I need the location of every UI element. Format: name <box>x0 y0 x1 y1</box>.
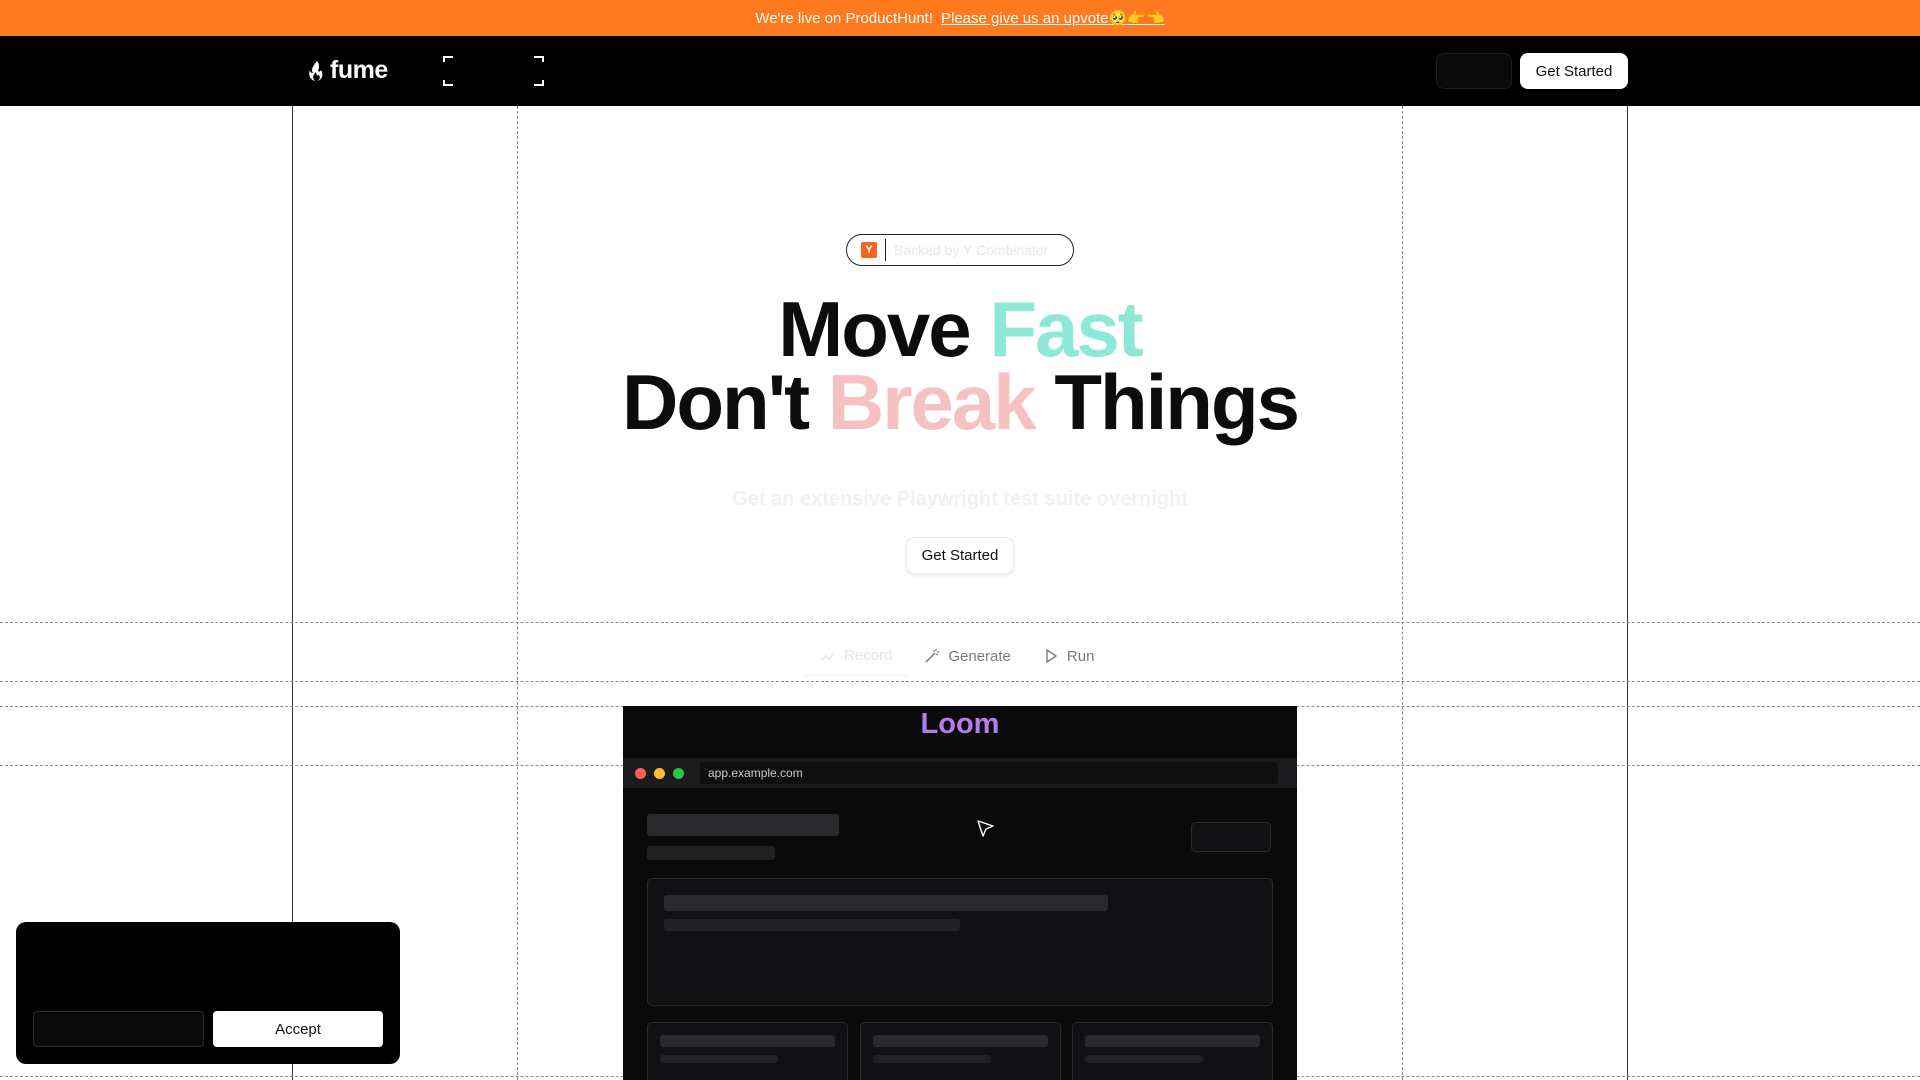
tab-label: Run <box>1066 647 1095 665</box>
skeleton-line <box>660 1055 778 1063</box>
wand-icon <box>925 649 940 663</box>
logo-text: fume <box>330 56 388 84</box>
minimize-dot-icon <box>654 767 665 779</box>
record-icon <box>821 652 835 661</box>
heading-dont: Don't <box>622 358 828 446</box>
grid-line-v <box>517 106 518 1080</box>
top-nav: fume Get Started <box>0 36 1920 106</box>
tab-label: Generate <box>948 647 1011 665</box>
sign-in-button[interactable] <box>1436 53 1512 89</box>
tab-generate[interactable]: Generate <box>908 636 1027 676</box>
announcement-text: We're live on ProductHunt! <box>755 9 933 27</box>
skeleton-card-small <box>1072 1022 1273 1080</box>
skeleton-line <box>873 1035 1048 1047</box>
close-dot-icon <box>635 767 646 779</box>
play-icon <box>1046 649 1057 663</box>
mock-url-bar: app.example.com <box>700 762 1278 784</box>
skeleton-card <box>647 878 1273 1006</box>
nav-bracket-mask <box>441 62 546 80</box>
grid-line-h <box>0 622 1920 623</box>
skeleton-subtitle <box>647 846 775 860</box>
grid-line-v <box>1627 106 1628 1080</box>
skeleton-line <box>664 895 1108 911</box>
grid-line-v <box>1402 106 1403 1080</box>
yc-badge[interactable]: Y Backed by Y Combinator <box>846 234 1074 266</box>
mock-browser-bar: app.example.com <box>623 758 1297 788</box>
grid-line-h <box>0 681 1920 682</box>
demo-tabs: Record Generate Run <box>804 636 1110 676</box>
maximize-dot-icon <box>673 767 684 779</box>
hero-heading-line2: Don't Break Things <box>0 363 1920 441</box>
skeleton-card-small <box>647 1022 848 1080</box>
cursor-icon <box>977 820 994 837</box>
cookie-banner: Accept <box>16 922 400 1064</box>
cookie-accept-button[interactable]: Accept <box>213 1011 383 1047</box>
skeleton-button <box>1191 822 1271 852</box>
flame-icon <box>309 60 323 81</box>
skeleton-card-small <box>860 1022 1061 1080</box>
hero-heading-line1: Move Fast <box>0 290 1920 368</box>
skeleton-line <box>1085 1035 1260 1047</box>
heading-break: Break <box>827 358 1037 446</box>
upvote-link[interactable]: Please give us an upvote🥺👉👈 <box>941 9 1165 27</box>
demo-video[interactable]: Loom app.example.com <box>623 706 1297 1080</box>
hero-get-started-button[interactable]: Get Started <box>906 537 1014 574</box>
tab-record[interactable]: Record <box>804 636 909 676</box>
loom-title: Loom <box>920 708 1000 740</box>
skeleton-line <box>660 1035 835 1047</box>
badge-text: Backed by Y Combinator <box>894 242 1049 258</box>
skeleton-line <box>664 919 960 931</box>
nav-get-started-button[interactable]: Get Started <box>1520 53 1628 89</box>
heading-things: Things <box>1034 358 1300 446</box>
tab-run[interactable]: Run <box>1027 636 1111 676</box>
hero-subtitle: Get an extensive Playwright test suite o… <box>732 488 1188 510</box>
skeleton-line <box>873 1055 991 1063</box>
announcement-bar: We're live on ProductHunt! Please give u… <box>0 0 1920 36</box>
tab-label: Record <box>844 647 893 664</box>
skeleton-title <box>647 814 839 836</box>
yc-logo-icon: Y <box>861 242 877 258</box>
badge-divider <box>885 239 886 261</box>
cookie-decline-button[interactable] <box>33 1011 204 1047</box>
skeleton-line <box>1085 1055 1203 1063</box>
logo[interactable]: fume <box>308 56 388 85</box>
